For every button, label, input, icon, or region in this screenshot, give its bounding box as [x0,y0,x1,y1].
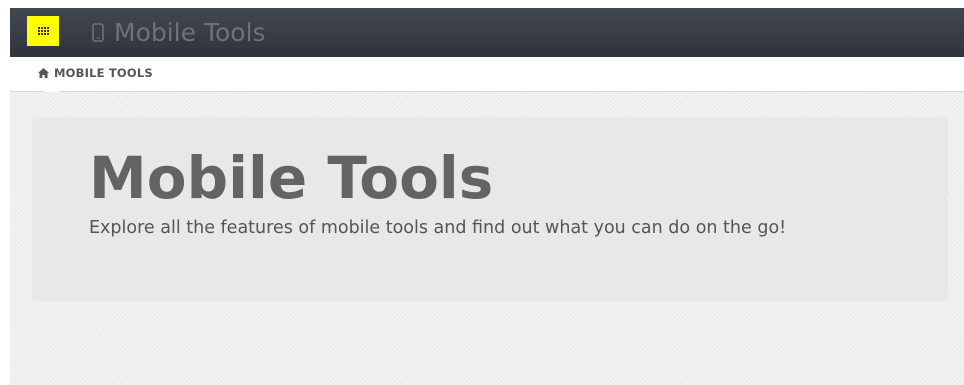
app-frame: Mobile Tools MOBILE TOOLS Mobile Tools E… [10,8,964,385]
app-title[interactable]: Mobile Tools [92,15,266,49]
breadcrumb[interactable]: MOBILE TOOLS [38,66,153,80]
menu-button[interactable] [27,16,59,46]
breadcrumb-bar: MOBILE TOOLS [10,57,964,92]
grid-icon [37,27,49,35]
page-title: Mobile Tools [89,144,494,212]
page-subtitle: Explore all the features of mobile tools… [89,218,787,238]
main-content: Mobile Tools Explore all the features of… [10,92,964,385]
mobile-phone-icon [92,22,104,42]
app-title-text: Mobile Tools [114,17,266,47]
breadcrumb-label: MOBILE TOOLS [54,66,153,80]
hero-panel: Mobile Tools Explore all the features of… [32,117,948,301]
top-navbar: Mobile Tools [10,8,964,57]
home-icon [38,68,49,78]
